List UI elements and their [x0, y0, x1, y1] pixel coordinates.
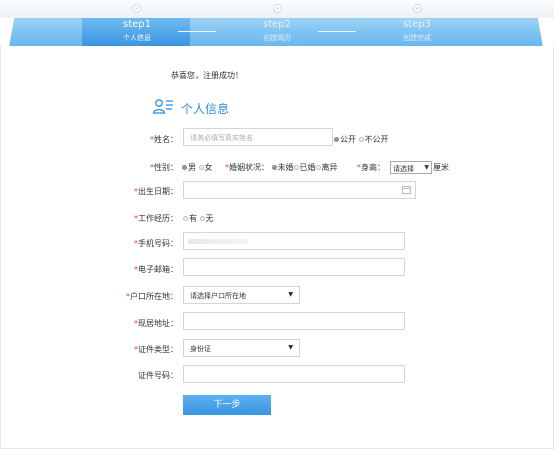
- user-card-icon: [152, 99, 173, 114]
- address-label: *现居地址：: [98, 318, 178, 329]
- phone-label: *手机号码：: [98, 238, 178, 249]
- step-divider: [178, 31, 216, 32]
- marital-single-radio[interactable]: [271, 165, 277, 170]
- experience-label: *工作经历：: [98, 213, 178, 224]
- gender-male-radio[interactable]: [182, 165, 187, 170]
- step-3-title: step3: [403, 19, 431, 30]
- step2-marker-icon: [273, 4, 282, 13]
- birth-date-input[interactable]: [183, 181, 416, 199]
- height-select-value: 请选择: [393, 165, 414, 173]
- gender-label-text: 性别：: [154, 163, 178, 172]
- success-message: 恭喜您，注册成功！: [171, 71, 243, 80]
- step-1-subtitle: 个人信息: [123, 34, 151, 42]
- birth-label: *出生日期：: [98, 186, 178, 197]
- hukou-label-text: 户口所在地：: [130, 292, 178, 301]
- private-radio[interactable]: [358, 137, 364, 142]
- gender-label: *性别：: [98, 162, 178, 173]
- height-unit: 厘米: [433, 163, 449, 172]
- private-label: 不公开: [364, 135, 389, 144]
- marital-single-label: 未婚: [277, 163, 294, 172]
- gender-female-label: 女: [204, 163, 213, 172]
- section-title: 个人信息: [181, 102, 230, 116]
- address-input[interactable]: [183, 312, 405, 330]
- hukou-label: *户口所在地：: [98, 291, 178, 302]
- hukou-select-value: 请选择户口所在地: [190, 292, 246, 300]
- email-input[interactable]: [183, 258, 405, 276]
- step-1-title: step1: [123, 19, 151, 30]
- step-3: step3 创建完成: [372, 19, 462, 43]
- experience-yes-radio[interactable]: [183, 216, 188, 221]
- step-divider: [318, 31, 356, 32]
- hukou-select[interactable]: 请选择户口所在地 ▼: [183, 286, 300, 304]
- id-type-label: *证件类型：: [98, 344, 178, 355]
- next-step-button[interactable]: 下一步: [183, 395, 271, 415]
- name-visibility: 公开 不公开: [334, 134, 389, 145]
- name-label: *姓名：: [98, 134, 178, 145]
- experience-yes-label: 有: [189, 214, 197, 223]
- name-input[interactable]: 请务必填写真实姓名: [183, 128, 333, 146]
- marital-options: *婚姻状况： 未婚 已婚 离异: [225, 162, 338, 173]
- id-type-select-value: 身份证: [190, 345, 211, 353]
- step-2: step2 创建简历: [232, 19, 322, 43]
- name-label-text: 姓名：: [154, 135, 178, 144]
- gender-female-radio[interactable]: [198, 165, 204, 170]
- marital-divorced-radio[interactable]: [315, 165, 321, 170]
- experience-options: 有 无: [183, 213, 214, 224]
- step3-marker-icon: [413, 4, 422, 13]
- id-type-select[interactable]: 身份证 ▼: [183, 339, 300, 357]
- id-number-label: 证件号码：: [138, 371, 178, 380]
- phone-input[interactable]: [183, 232, 405, 250]
- height-label-text: 身高：: [361, 163, 385, 172]
- gender-male-label: 男: [188, 163, 196, 172]
- gender-options: 男 女: [182, 162, 213, 173]
- chevron-down-icon: ▼: [288, 344, 293, 351]
- phone-label-text: 手机号码：: [138, 239, 178, 248]
- experience-label-text: 工作经历：: [138, 214, 178, 223]
- marital-divorced-label: 离异: [321, 163, 338, 172]
- id-type-label-text: 证件类型：: [138, 345, 178, 354]
- name-placeholder: 请务必填写真实姓名: [190, 134, 253, 142]
- height-select[interactable]: 请选择 ▼: [390, 161, 432, 174]
- experience-no-radio[interactable]: [199, 216, 205, 221]
- blurred-phone-value: [188, 239, 248, 244]
- height-label: *身高：: [357, 162, 385, 173]
- step-2-title: step2: [263, 19, 291, 30]
- address-label-text: 现居地址：: [138, 319, 178, 328]
- marital-married-radio[interactable]: [293, 165, 299, 170]
- experience-no-label: 无: [205, 214, 214, 223]
- step-3-subtitle: 创建完成: [403, 34, 431, 42]
- public-label: 公开: [340, 135, 356, 144]
- step-2-subtitle: 创建简历: [263, 34, 291, 42]
- email-label: *电子邮箱：: [98, 264, 178, 275]
- step-bar-right-edge: [520, 18, 554, 46]
- step-1: step1 个人信息: [92, 19, 182, 43]
- marital-married-label: 已婚: [299, 163, 316, 172]
- email-label-text: 电子邮箱：: [138, 265, 178, 274]
- id-number-input[interactable]: [183, 365, 405, 383]
- marital-label: 婚姻状况：: [229, 163, 269, 172]
- calendar-icon[interactable]: [402, 186, 411, 194]
- step1-marker-icon: [132, 4, 141, 13]
- birth-label-text: 出生日期：: [138, 187, 178, 196]
- public-radio[interactable]: [334, 137, 339, 142]
- step-bar-left-edge: [0, 18, 30, 46]
- chevron-down-icon: ▼: [424, 164, 429, 171]
- chevron-down-icon: ▼: [288, 291, 293, 298]
